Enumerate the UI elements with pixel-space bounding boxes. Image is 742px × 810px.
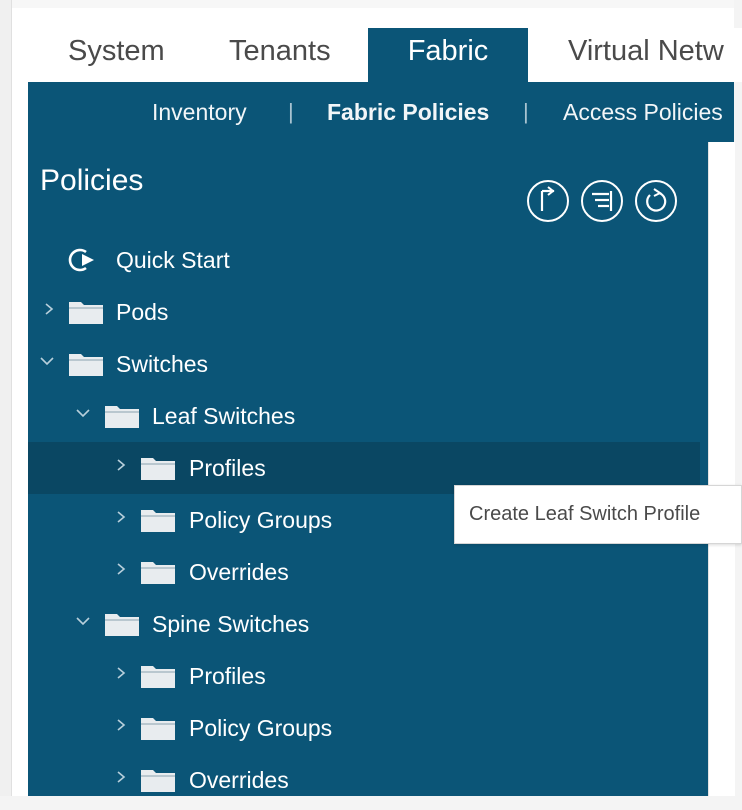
chevron-right-icon[interactable] bbox=[114, 666, 128, 680]
tooltip: Create Leaf Switch Profile bbox=[454, 485, 742, 544]
chevron-right-icon[interactable] bbox=[114, 718, 128, 732]
tab-system[interactable]: System bbox=[68, 28, 165, 82]
folder-icon bbox=[141, 718, 175, 740]
tree-item-spine-overrides[interactable]: Overrides bbox=[28, 754, 700, 796]
tree-item-switches[interactable]: Switches bbox=[28, 338, 700, 390]
sub-nav-bar: Inventory | Fabric Policies | Access Pol… bbox=[28, 82, 734, 142]
subnav-fabric-policies[interactable]: Fabric Policies bbox=[327, 82, 489, 142]
tooltip-text: Create Leaf Switch Profile bbox=[469, 503, 701, 525]
tree-item-spine-policy-groups[interactable]: Policy Groups bbox=[28, 702, 700, 754]
content-area bbox=[708, 142, 735, 796]
refresh-icon[interactable] bbox=[635, 180, 677, 222]
folder-icon bbox=[141, 458, 175, 480]
tag-icon[interactable] bbox=[527, 180, 569, 222]
tree-item-label: Policy Groups bbox=[189, 715, 333, 741]
folder-icon bbox=[141, 666, 175, 688]
tree-item-spine-profiles[interactable]: Profiles bbox=[28, 650, 700, 702]
subnav-separator: | bbox=[288, 99, 294, 124]
tree-item-leaf-switches[interactable]: Leaf Switches bbox=[28, 390, 700, 442]
tree-item-label: Quick Start bbox=[116, 247, 230, 273]
chevron-down-icon[interactable] bbox=[40, 354, 54, 368]
tree-item-label: Overrides bbox=[189, 559, 289, 585]
subnav-inventory[interactable]: Inventory bbox=[152, 82, 247, 142]
list-icon[interactable] bbox=[581, 180, 623, 222]
window-frame-left bbox=[0, 0, 12, 810]
chevron-down-icon[interactable] bbox=[76, 406, 90, 420]
top-tab-bar: System Tenants Fabric Virtual Netw bbox=[28, 28, 742, 82]
chevron-right-icon[interactable] bbox=[42, 302, 56, 316]
folder-icon bbox=[69, 302, 103, 324]
tree-item-label: Switches bbox=[116, 351, 209, 377]
chevron-right-icon[interactable] bbox=[114, 562, 128, 576]
tree-item-pods[interactable]: Pods bbox=[28, 286, 700, 338]
window-frame-right bbox=[734, 0, 742, 810]
tab-tenants[interactable]: Tenants bbox=[229, 28, 331, 82]
tab-virtual-networking[interactable]: Virtual Netw bbox=[568, 28, 724, 82]
tree-item-label: Overrides bbox=[189, 767, 289, 793]
quick-start-icon bbox=[68, 248, 94, 272]
window-frame-bottom bbox=[0, 796, 742, 810]
folder-icon bbox=[141, 510, 175, 532]
tree-item-label: Profiles bbox=[189, 663, 266, 689]
chevron-down-icon[interactable] bbox=[76, 614, 90, 628]
tree-item-label: Policy Groups bbox=[189, 507, 333, 533]
chevron-right-icon[interactable] bbox=[114, 510, 128, 524]
panel-divider[interactable] bbox=[700, 142, 708, 796]
folder-icon bbox=[141, 562, 175, 584]
panel-title: Policies bbox=[40, 164, 144, 197]
folder-icon bbox=[141, 770, 175, 792]
subnav-access-policies[interactable]: Access Policies bbox=[563, 82, 723, 142]
subnav-separator: | bbox=[523, 99, 529, 124]
folder-icon bbox=[105, 406, 139, 428]
policies-navigation-panel: Policies Quick Start Pods Switches Leaf … bbox=[28, 142, 700, 796]
tree-item-label: Pods bbox=[116, 299, 169, 325]
tree-item-leaf-overrides[interactable]: Overrides bbox=[28, 546, 700, 598]
tab-fabric[interactable]: Fabric bbox=[368, 28, 528, 82]
folder-icon bbox=[69, 354, 103, 376]
chevron-right-icon[interactable] bbox=[114, 458, 128, 472]
tree-item-label: Spine Switches bbox=[152, 611, 310, 637]
folder-icon bbox=[105, 614, 139, 636]
tree-item-label: Profiles bbox=[189, 455, 266, 481]
tree-item-spine-switches[interactable]: Spine Switches bbox=[28, 598, 700, 650]
chevron-right-icon[interactable] bbox=[114, 770, 128, 784]
window-frame-top bbox=[0, 0, 742, 8]
tree-item-quick-start[interactable]: Quick Start bbox=[28, 234, 700, 286]
tree-item-label: Leaf Switches bbox=[152, 403, 296, 429]
